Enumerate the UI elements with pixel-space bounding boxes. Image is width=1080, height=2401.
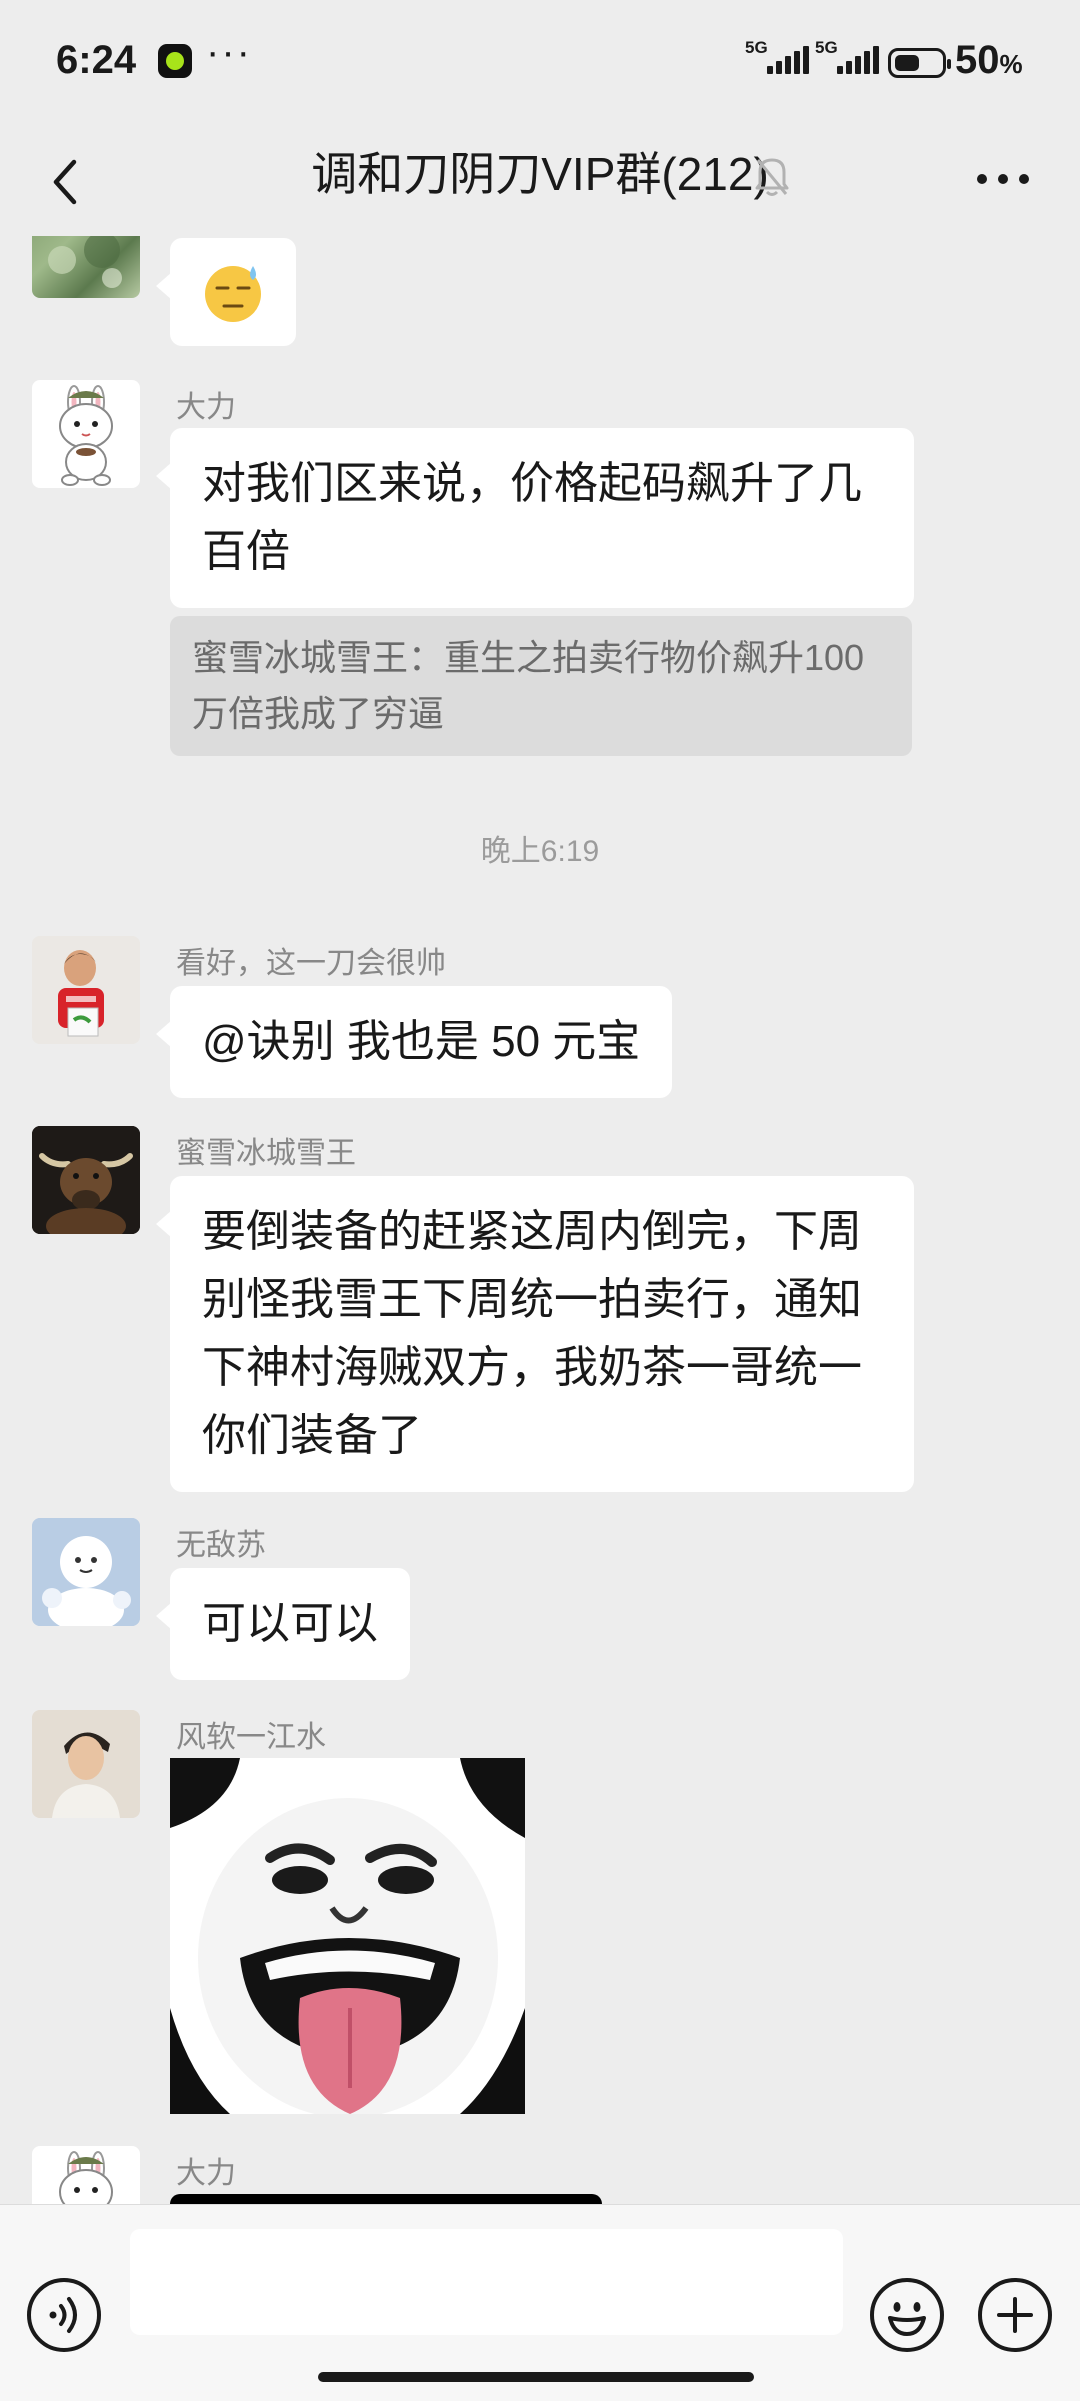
quoted-message[interactable]: 蜜雪冰城雪王：重生之拍卖行物价飙升100万倍我成了穷逼 bbox=[170, 616, 912, 756]
bunny-avatar-icon bbox=[59, 2151, 113, 2204]
message-bubble-text[interactable]: @诀别 我也是 50 元宝 bbox=[155, 986, 673, 1098]
battery-percent: 50% bbox=[955, 38, 1023, 82]
sender-name: 大力 bbox=[176, 2157, 236, 2190]
voice-icon bbox=[49, 2297, 77, 2333]
sweat-face-emoji-icon bbox=[205, 266, 261, 322]
message-bubble-text[interactable]: 对我们区来说，价格起码飙升了几百倍 bbox=[156, 428, 914, 608]
notification-app-icon bbox=[158, 44, 192, 78]
sender-name: 大力 bbox=[176, 391, 236, 424]
man-avatar-icon bbox=[32, 1710, 140, 1818]
avatar[interactable] bbox=[32, 380, 140, 488]
time-separator: 晚上6:19 bbox=[480, 835, 600, 868]
avatar[interactable] bbox=[32, 1710, 140, 1818]
chat-title[interactable]: 调和刀阴刀VIP群(212) bbox=[311, 138, 769, 204]
sender-name: 蜜雪冰城雪王 bbox=[176, 1137, 356, 1170]
emoji-button[interactable] bbox=[870, 2278, 944, 2352]
message-bubble-text[interactable]: 要倒装备的赶紧这周内倒完，下周别怪我雪王下周统一拍卖行，通知下神村海贼双方，我奶… bbox=[156, 1176, 914, 1492]
sticker-image[interactable] bbox=[170, 1758, 525, 2114]
status-bar: 6:24 ··· 5G 5G 50% bbox=[0, 0, 1080, 126]
chat-title-wrap: 调和刀阴刀VIP群(212) bbox=[0, 138, 1080, 204]
more-functions-button[interactable] bbox=[978, 2278, 1052, 2352]
chat-message-list[interactable]: 大力 对我们区来说，价格起码飙升了几百倍 蜜雪冰城雪王：重生之拍卖行物价飙升10… bbox=[0, 236, 1080, 2204]
status-time: 6:24 bbox=[56, 38, 137, 82]
voice-input-button[interactable] bbox=[27, 2278, 101, 2352]
avatar[interactable] bbox=[32, 936, 140, 1044]
snowman-avatar-icon bbox=[32, 1518, 140, 1626]
mute-bell-icon bbox=[752, 148, 792, 204]
battery-icon bbox=[888, 48, 951, 78]
avatar[interactable] bbox=[32, 2146, 140, 2204]
sender-name: 看好，这一刀会很帅 bbox=[176, 947, 446, 980]
more-options-button[interactable] bbox=[975, 164, 1031, 194]
status-more-indicator: ··· bbox=[206, 30, 252, 74]
bunny-avatar-icon bbox=[59, 385, 113, 486]
avatar[interactable] bbox=[32, 1518, 140, 1626]
avatar[interactable] bbox=[32, 1126, 140, 1234]
bull-avatar-icon bbox=[32, 1126, 140, 1234]
sender-name: 无敌苏 bbox=[176, 1529, 266, 1562]
message-bubble-emoji[interactable] bbox=[156, 238, 296, 346]
panda-meme-sticker-icon bbox=[170, 1758, 525, 2114]
plus-icon bbox=[997, 2297, 1033, 2333]
home-indicator[interactable] bbox=[318, 2372, 754, 2382]
signal-icon-2: 5G bbox=[815, 38, 889, 78]
avatar[interactable] bbox=[32, 236, 140, 298]
message-bubble-text[interactable]: 可以可以 bbox=[156, 1568, 410, 1680]
sender-name: 风软一江水 bbox=[176, 1721, 326, 1754]
message-input[interactable] bbox=[130, 2229, 843, 2335]
message-bubble-media[interactable] bbox=[170, 2194, 602, 2204]
child-avatar-icon bbox=[32, 936, 140, 1044]
emoji-icon bbox=[888, 2302, 926, 2336]
chat-header: 调和刀阴刀VIP群(212) bbox=[0, 126, 1080, 236]
signal-icon-1: 5G bbox=[745, 38, 819, 78]
